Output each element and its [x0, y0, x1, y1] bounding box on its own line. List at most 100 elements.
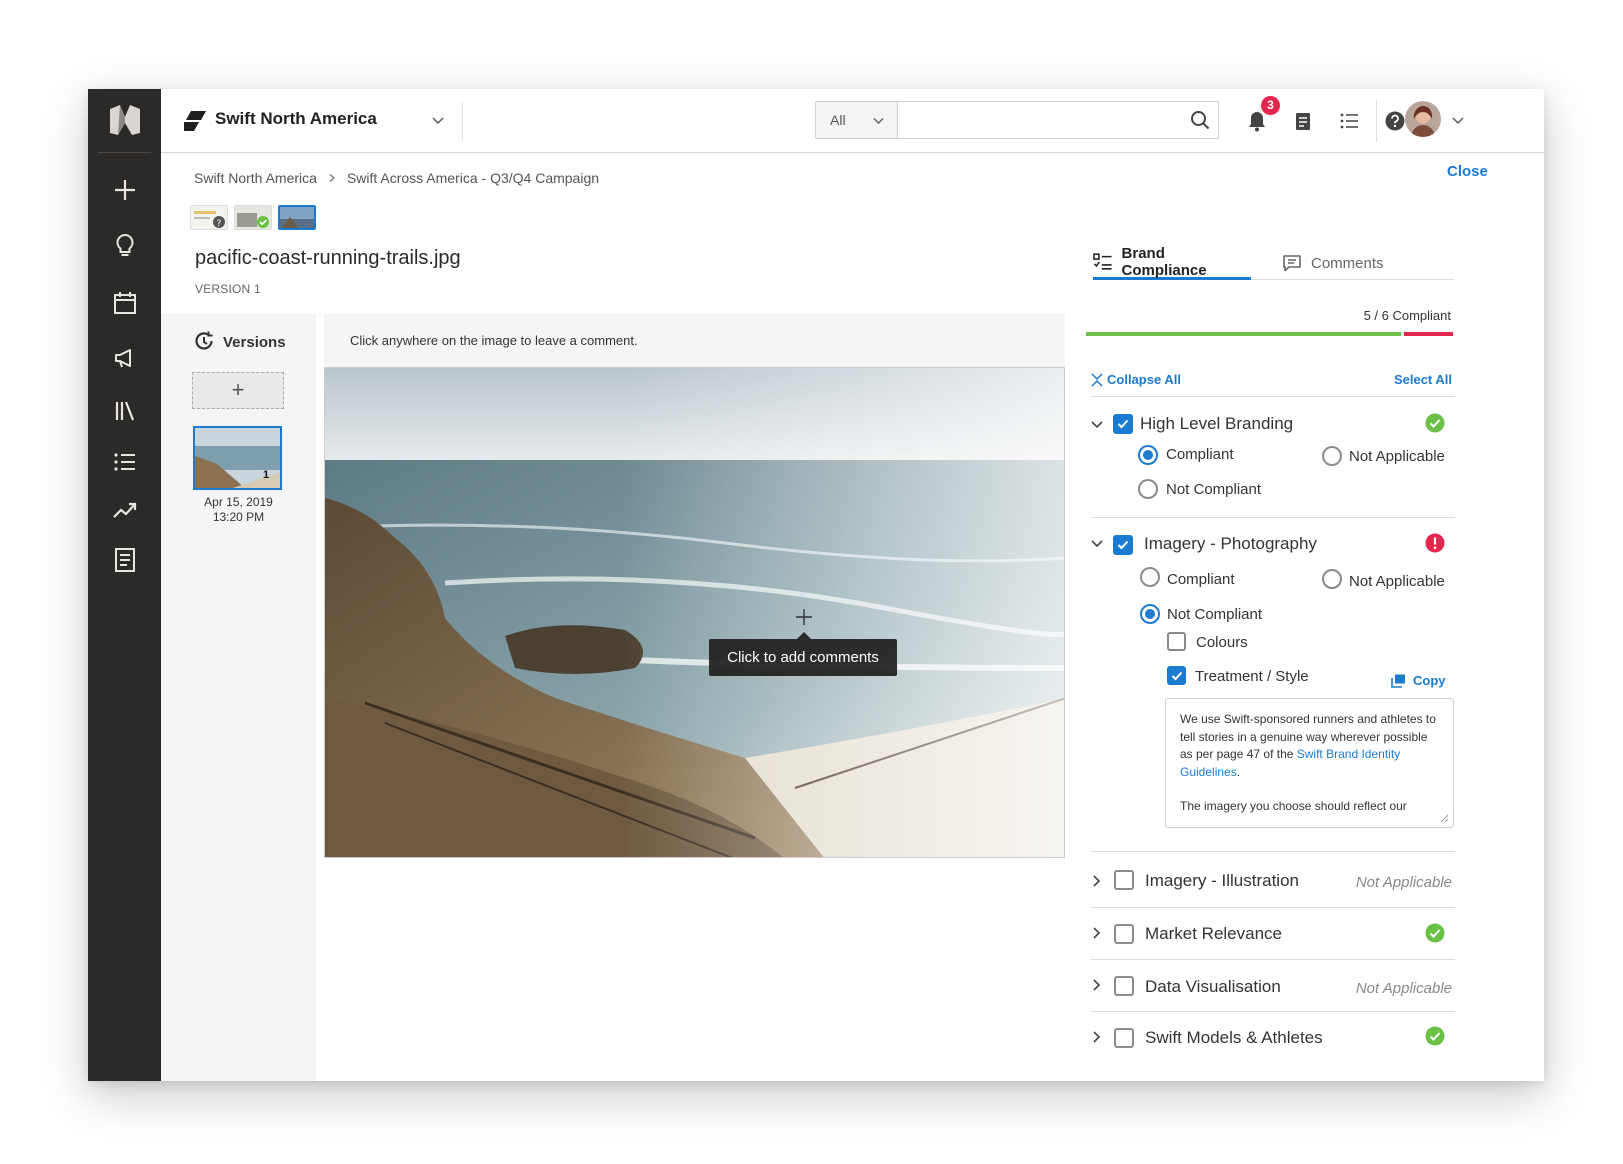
- divider: [1376, 100, 1377, 142]
- version-thumbnail[interactable]: 1: [193, 426, 282, 490]
- option-label: Not Applicable: [1349, 573, 1445, 590]
- divider: [462, 102, 463, 140]
- category-checkbox[interactable]: [1114, 976, 1134, 996]
- asset-thumbnail[interactable]: [234, 205, 272, 230]
- search-input[interactable]: [902, 106, 1172, 134]
- analytics-icon[interactable]: [112, 497, 138, 523]
- document-icon[interactable]: [112, 547, 138, 573]
- asset-title: pacific-coast-running-trails.jpg: [195, 247, 461, 269]
- copy-label: Copy: [1413, 673, 1446, 688]
- workspace-name[interactable]: Swift North America: [215, 109, 377, 129]
- subitem-label: Colours: [1196, 634, 1248, 651]
- collapse-icon: [1091, 372, 1103, 387]
- radio-compliant[interactable]: [1140, 567, 1160, 587]
- tab-brand-compliance[interactable]: Brand Compliance: [1093, 244, 1251, 280]
- close-button[interactable]: Close: [1447, 163, 1488, 180]
- top-bar: Swift North America All 3: [161, 89, 1544, 153]
- tab-comments[interactable]: Comments: [1282, 246, 1384, 280]
- canvas-header: Click anywhere on the image to leave a c…: [324, 314, 1065, 367]
- asset-thumbnail-selected[interactable]: [278, 205, 316, 230]
- app-window: Swift North America All 3 Swift North Am…: [88, 89, 1544, 1081]
- category-label: Imagery - Illustration: [1145, 871, 1299, 890]
- list-view-icon[interactable]: [1338, 110, 1360, 132]
- crosshair-icon: [796, 609, 812, 625]
- category-checkbox[interactable]: [1114, 1028, 1134, 1048]
- subitem-checkbox[interactable]: [1167, 632, 1186, 651]
- chevron-right-icon: [329, 174, 335, 182]
- category-checkbox[interactable]: [1114, 870, 1134, 890]
- chevron-right-icon[interactable]: [1089, 874, 1103, 888]
- breadcrumb: Swift North America Swift Across America…: [194, 170, 599, 186]
- megaphone-icon[interactable]: [112, 345, 138, 371]
- breadcrumb-item[interactable]: Swift Across America - Q3/Q4 Campaign: [347, 170, 599, 186]
- chevron-down-icon: [873, 117, 884, 125]
- divider: [1091, 851, 1455, 852]
- left-rail: [88, 89, 161, 1081]
- versions-panel: Versions + 1 Apr 15, 2019 13:20 PM: [161, 314, 316, 1081]
- versions-label: Versions: [223, 334, 286, 351]
- app-logo-icon[interactable]: [108, 103, 142, 137]
- search-scope-label: All: [830, 112, 846, 128]
- version-date: Apr 15, 2019 13:20 PM: [181, 495, 296, 525]
- comment-tooltip: Click to add comments: [709, 632, 897, 676]
- chevron-down-icon[interactable]: [1090, 417, 1104, 431]
- category-checkbox[interactable]: [1113, 535, 1133, 555]
- radio-not-compliant[interactable]: [1138, 479, 1158, 499]
- divider: [1091, 907, 1455, 908]
- radio-not-applicable[interactable]: [1322, 569, 1342, 589]
- copy-icon: [1391, 674, 1405, 688]
- chevron-down-icon[interactable]: [1451, 113, 1465, 127]
- divider: [1091, 396, 1455, 397]
- lightbulb-icon[interactable]: [112, 233, 138, 259]
- breadcrumb-item[interactable]: Swift North America: [194, 170, 317, 186]
- collapse-all-button[interactable]: Collapse All: [1091, 372, 1181, 387]
- avatar[interactable]: [1405, 101, 1441, 137]
- asset-version: VERSION 1: [195, 282, 261, 296]
- library-icon[interactable]: [112, 398, 138, 424]
- chevron-right-icon[interactable]: [1089, 926, 1103, 940]
- divider: [1091, 517, 1455, 518]
- notification-badge: 3: [1261, 96, 1280, 115]
- guideline-note-textarea[interactable]: We use Swift-sponsored runners and athle…: [1165, 698, 1454, 828]
- check-circle-icon: [1425, 413, 1445, 433]
- option-label: Not Compliant: [1167, 606, 1263, 623]
- rail-divider: [98, 152, 151, 153]
- search-icon[interactable]: [1190, 110, 1210, 130]
- list-icon[interactable]: [112, 449, 138, 475]
- resize-handle-icon[interactable]: [1439, 813, 1449, 823]
- option-label: Compliant: [1167, 571, 1235, 588]
- radio-not-applicable[interactable]: [1322, 446, 1342, 466]
- create-icon[interactable]: [112, 177, 138, 203]
- category-checkbox[interactable]: [1113, 414, 1133, 434]
- help-icon[interactable]: [1384, 110, 1406, 132]
- option-label: Compliant: [1166, 446, 1234, 463]
- tasks-icon[interactable]: [1292, 110, 1314, 132]
- tab-label: Brand Compliance: [1121, 244, 1207, 279]
- svg-text:?: ?: [217, 219, 222, 229]
- add-version-button[interactable]: +: [192, 372, 284, 409]
- search-scope-select[interactable]: All: [816, 102, 898, 138]
- category-label: Market Relevance: [1145, 924, 1283, 943]
- select-all-button[interactable]: Select All: [1388, 372, 1452, 387]
- chevron-down-icon[interactable]: [431, 113, 445, 127]
- category-status: Not Applicable: [1355, 980, 1452, 997]
- chevron-right-icon[interactable]: [1089, 978, 1103, 992]
- radio-not-compliant[interactable]: [1140, 604, 1160, 624]
- divider: [1091, 959, 1455, 960]
- option-label: Not Compliant: [1166, 481, 1262, 498]
- panel-tabs: Brand Compliance Comments: [1093, 244, 1454, 280]
- search-bar: All: [815, 101, 1219, 139]
- asset-image[interactable]: Click to add comments: [324, 367, 1065, 858]
- note-text-end: .: [1236, 764, 1241, 779]
- chevron-right-icon[interactable]: [1089, 1030, 1103, 1044]
- radio-compliant[interactable]: [1138, 445, 1158, 465]
- workspace-logo-icon: [184, 111, 206, 131]
- asset-thumbnail[interactable]: ?: [190, 205, 228, 230]
- chevron-down-icon[interactable]: [1090, 536, 1104, 550]
- alert-circle-icon: [1425, 533, 1445, 553]
- calendar-icon[interactable]: [112, 290, 138, 316]
- subitem-checkbox[interactable]: [1167, 666, 1186, 685]
- category-checkbox[interactable]: [1114, 924, 1134, 944]
- option-label: Not Applicable: [1349, 448, 1445, 465]
- copy-button[interactable]: Copy: [1391, 673, 1446, 688]
